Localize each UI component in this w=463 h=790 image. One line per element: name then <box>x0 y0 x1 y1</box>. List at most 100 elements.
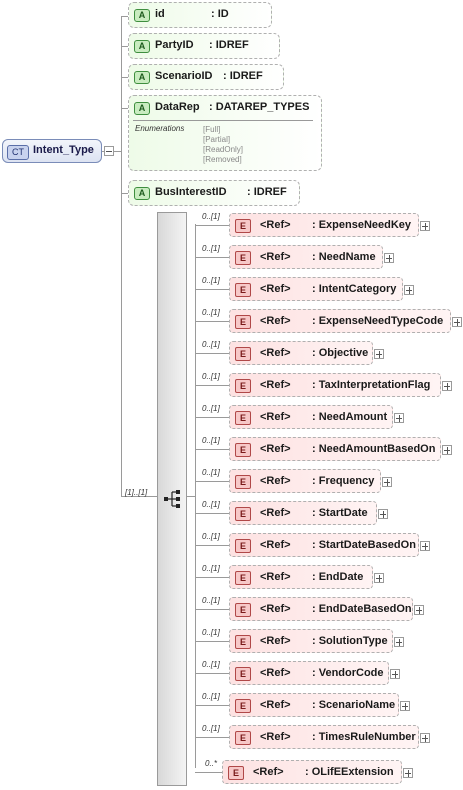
element-ref-label: <Ref> <box>260 379 291 391</box>
element-badge: E <box>235 731 251 745</box>
element-ref-node[interactable]: E <Ref>: ExpenseNeedKey <box>229 213 419 237</box>
element-name: : NeedName <box>312 251 376 263</box>
element-badge: E <box>228 766 244 780</box>
expand-icon[interactable] <box>374 573 384 583</box>
element-ref-node[interactable]: E <Ref>: OLifEExtension <box>222 760 402 784</box>
attribute-badge: A <box>134 71 150 84</box>
expand-icon[interactable] <box>394 637 404 647</box>
enumeration-divider <box>133 120 313 121</box>
element-cardinality: 0..[1] <box>202 596 220 605</box>
element-ref-label: <Ref> <box>260 635 291 647</box>
enumerations-title: Enumerations <box>135 124 185 133</box>
expand-icon[interactable] <box>394 413 404 423</box>
element-cardinality: 0..[1] <box>202 276 220 285</box>
element-ref-label: <Ref> <box>260 475 291 487</box>
element-connector <box>195 225 229 226</box>
element-ref-node[interactable]: E <Ref>: ScenarioName <box>229 693 399 717</box>
element-ref-node[interactable]: E <Ref>: Frequency <box>229 469 381 493</box>
element-badge: E <box>235 635 251 649</box>
element-ref-node[interactable]: E <Ref>: NeedAmount <box>229 405 393 429</box>
expand-icon[interactable] <box>378 509 388 519</box>
element-connector <box>195 321 229 322</box>
element-ref-label: <Ref> <box>260 251 291 263</box>
element-ref-label: <Ref> <box>260 283 291 295</box>
element-ref-node[interactable]: E <Ref>: TimesRuleNumber <box>229 725 419 749</box>
element-connector <box>195 289 229 290</box>
attribute-datarep[interactable]: A DataRep : DATAREP_TYPES Enumerations [… <box>128 95 322 171</box>
element-ref-label: <Ref> <box>260 699 291 711</box>
element-ref-label: <Ref> <box>260 347 291 359</box>
element-ref-node[interactable]: E <Ref>: EndDateBasedOn <box>229 597 413 621</box>
attribute-type: : IDREF <box>223 70 263 82</box>
attribute-businterestid[interactable]: A BusInterestID : IDREF <box>128 180 300 206</box>
element-badge: E <box>235 603 251 617</box>
attribute-badge: A <box>134 9 150 22</box>
element-name: : EndDateBasedOn <box>312 603 412 615</box>
element-badge: E <box>235 539 251 553</box>
element-ref-node[interactable]: E <Ref>: NeedAmountBasedOn <box>229 437 441 461</box>
element-connector <box>195 257 229 258</box>
element-badge: E <box>235 507 251 521</box>
expand-icon[interactable] <box>374 349 384 359</box>
expand-icon[interactable] <box>420 541 430 551</box>
element-ref-node[interactable]: E <Ref>: StartDateBasedOn <box>229 533 419 557</box>
complex-type-node[interactable]: CT Intent_Type <box>2 139 102 163</box>
expand-icon[interactable] <box>403 768 413 778</box>
attribute-scenarioid[interactable]: A ScenarioID : IDREF <box>128 64 284 90</box>
element-ref-label: <Ref> <box>260 507 291 519</box>
element-cardinality: 0..[1] <box>202 724 220 733</box>
attribute-type: : IDREF <box>247 186 287 198</box>
element-ref-node[interactable]: E <Ref>: Objective <box>229 341 373 365</box>
element-cardinality: 0..[1] <box>202 340 220 349</box>
sequence-cardinality: [1]..[1] <box>125 488 148 497</box>
attribute-badge: A <box>134 40 150 53</box>
element-cardinality: 0..[1] <box>202 468 220 477</box>
element-ref-node[interactable]: E <Ref>: EndDate <box>229 565 373 589</box>
attribute-partyid[interactable]: A PartyID : IDREF <box>128 33 280 59</box>
element-ref-label: <Ref> <box>260 571 291 583</box>
expand-icon[interactable] <box>400 701 410 711</box>
attribute-name: DataRep <box>155 101 200 113</box>
element-cardinality: 0..[1] <box>202 564 220 573</box>
element-badge: E <box>235 443 251 457</box>
element-name: : NeedAmount <box>312 411 388 423</box>
element-ref-node[interactable]: E <Ref>: IntentCategory <box>229 277 403 301</box>
element-connector <box>195 353 229 354</box>
element-ref-node[interactable]: E <Ref>: ExpenseNeedTypeCode <box>229 309 451 333</box>
element-ref-node[interactable]: E <Ref> : SolutionType <box>229 629 393 653</box>
expand-icon[interactable] <box>382 477 392 487</box>
element-name: : StartDate <box>312 507 368 519</box>
enumeration-value: [Removed] <box>203 155 242 164</box>
attribute-id[interactable]: A id : ID <box>128 2 272 28</box>
expand-icon[interactable] <box>404 285 414 295</box>
element-name: : SolutionType <box>312 635 388 647</box>
expand-icon[interactable] <box>420 733 430 743</box>
expand-icon[interactable] <box>384 253 394 263</box>
collapse-icon[interactable] <box>104 146 114 156</box>
element-badge: E <box>235 475 251 489</box>
expand-icon[interactable] <box>390 669 400 679</box>
element-ref-node[interactable]: E <Ref> : StartDate <box>229 501 377 525</box>
element-cardinality: 0..[1] <box>202 660 220 669</box>
element-connector <box>195 545 229 546</box>
element-ref-node[interactable]: E <Ref>: NeedName <box>229 245 383 269</box>
element-connector <box>195 772 222 773</box>
element-cardinality: 0..[1] <box>202 436 220 445</box>
element-badge: E <box>235 283 251 297</box>
expand-icon[interactable] <box>442 445 452 455</box>
expand-icon[interactable] <box>414 605 424 615</box>
element-ref-label: <Ref> <box>260 315 291 327</box>
element-ref-label: <Ref> <box>260 411 291 423</box>
expand-icon[interactable] <box>442 381 452 391</box>
expand-icon[interactable] <box>420 221 430 231</box>
enumeration-value: [Full] <box>203 125 221 134</box>
element-connector <box>195 513 229 514</box>
expand-icon[interactable] <box>452 317 462 327</box>
element-ref-label: <Ref> <box>260 219 291 231</box>
attribute-type: : DATAREP_TYPES <box>209 101 310 113</box>
element-ref-label: <Ref> <box>253 766 284 778</box>
element-ref-node[interactable]: E <Ref>: TaxInterpretationFlag <box>229 373 441 397</box>
element-cardinality: 0..[1] <box>202 244 220 253</box>
element-ref-node[interactable]: E <Ref>: VendorCode <box>229 661 389 685</box>
element-cardinality: 0..* <box>205 759 218 768</box>
